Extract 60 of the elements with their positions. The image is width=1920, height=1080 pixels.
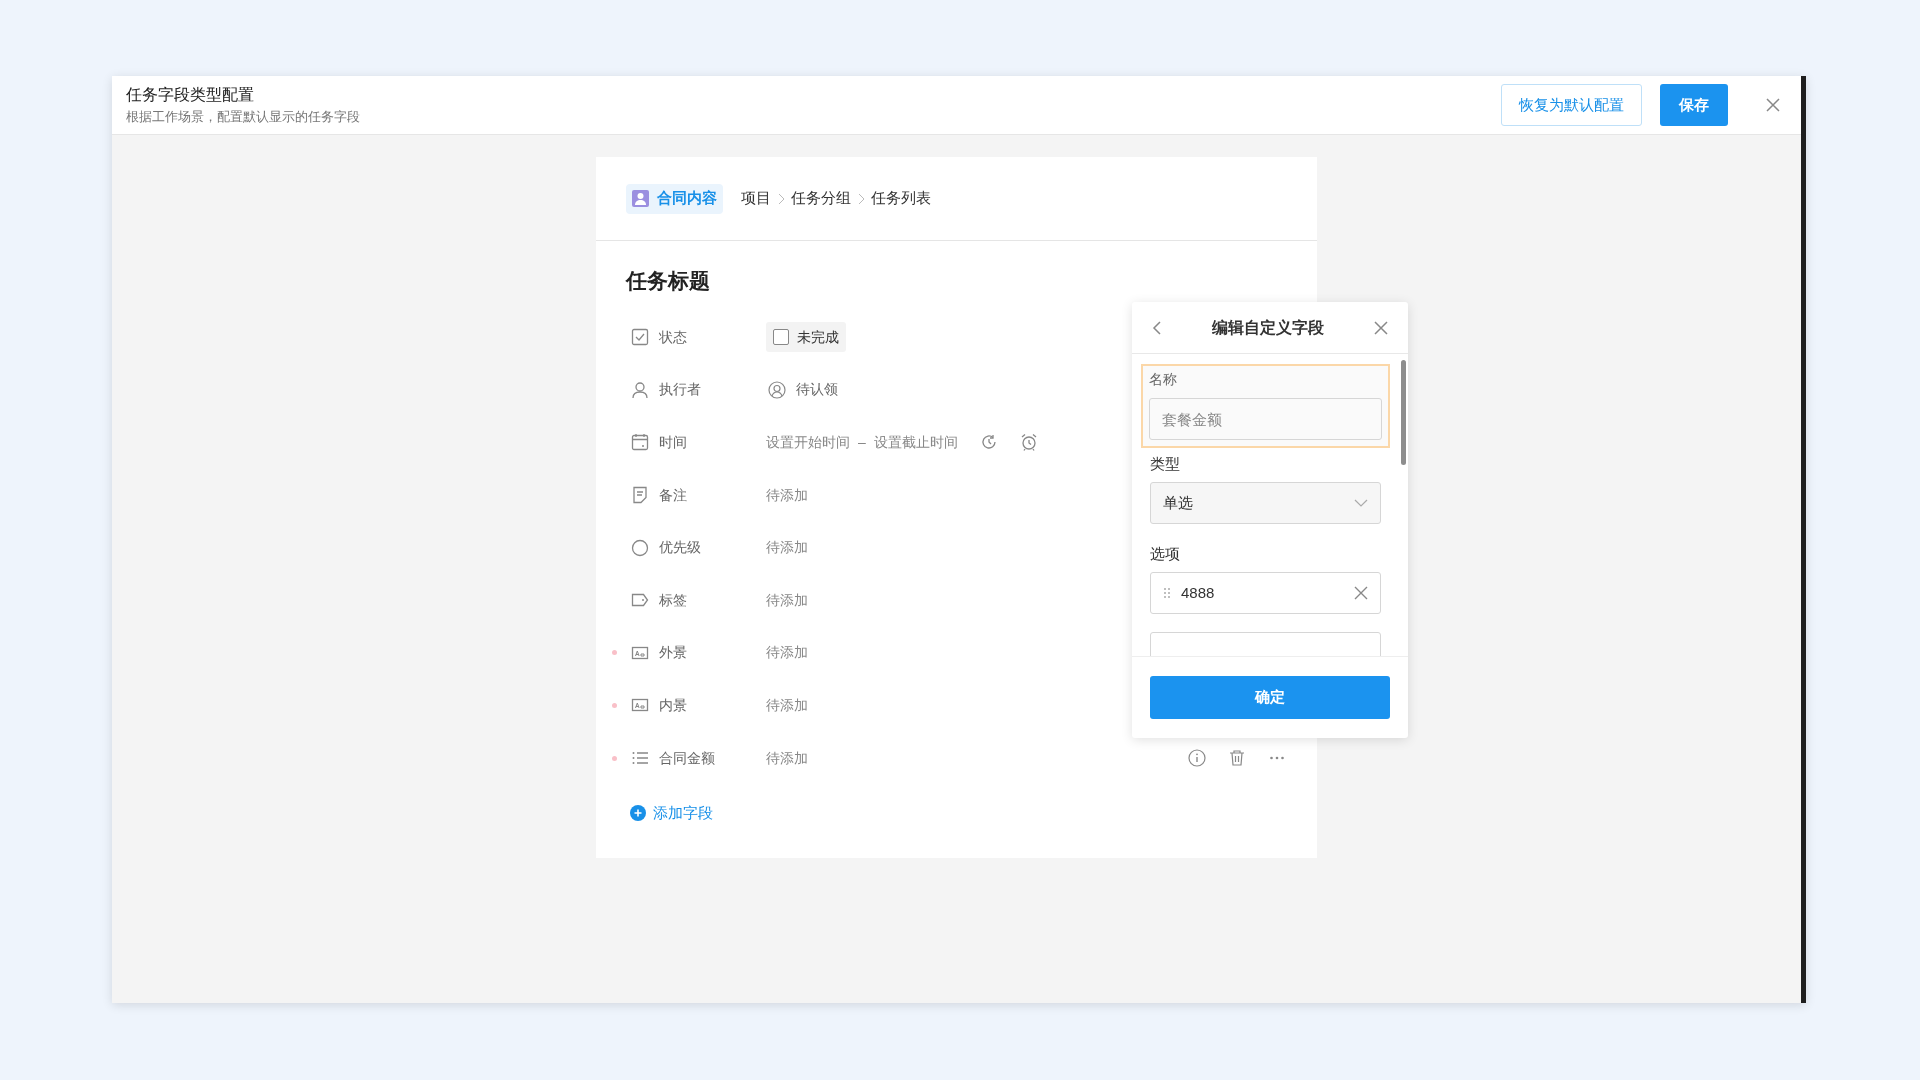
option-input[interactable]: 4888 <box>1150 572 1381 614</box>
field-value[interactable]: 待添加 <box>766 589 808 611</box>
end-time-field[interactable]: 设置截止时间 <box>873 432 958 453</box>
breadcrumb-item[interactable]: 任务列表 <box>871 187 931 210</box>
popup-title: 编辑自定义字段 <box>1212 317 1324 338</box>
field-label: 备注 <box>659 485 688 505</box>
user-circle-icon <box>768 380 786 399</box>
window-subtitle: 根据工作场景，配置默认显示的任务字段 <box>126 109 360 125</box>
task-title: 任务标题 <box>626 268 711 294</box>
checkbox[interactable] <box>773 329 789 346</box>
person-icon <box>631 380 649 399</box>
name-input[interactable]: 套餐金额 <box>1149 398 1382 440</box>
window-title: 任务字段类型配置 <box>126 85 255 105</box>
status-chip[interactable]: 未完成 <box>766 322 846 353</box>
breadcrumb-item[interactable]: 任务分组 <box>791 187 851 210</box>
drag-handle-icon[interactable] <box>1163 587 1171 599</box>
repeat-icon[interactable] <box>979 433 998 452</box>
field-value[interactable]: 待添加 <box>766 747 808 769</box>
field-value[interactable]: 待添加 <box>766 694 808 716</box>
trash-icon[interactable] <box>1228 749 1246 768</box>
field-label: 名称 <box>1149 370 1178 388</box>
field-label: 外景 <box>659 643 688 663</box>
close-icon[interactable] <box>1374 320 1388 335</box>
field-label: 合同金额 <box>659 748 716 768</box>
field-label: 时间 <box>659 433 688 452</box>
calendar-icon <box>631 433 649 452</box>
field-label: 内景 <box>659 695 688 715</box>
restore-default-button[interactable]: 恢复为默认配置 <box>1501 84 1642 126</box>
checkbox-icon <box>631 328 649 347</box>
start-time-field[interactable]: 设置开始时间 <box>766 432 850 453</box>
field-value[interactable]: 待添加 <box>766 642 808 664</box>
circle-icon <box>631 538 649 557</box>
type-select[interactable]: 单选 <box>1150 482 1381 524</box>
back-icon[interactable] <box>1152 319 1162 336</box>
range-separator: – <box>858 433 866 452</box>
plus-circle-icon <box>630 805 646 822</box>
save-button[interactable]: 保存 <box>1660 84 1728 126</box>
chevron-down-icon <box>1354 499 1368 507</box>
field-label: 类型 <box>1150 454 1181 474</box>
field-value[interactable]: 待添加 <box>766 537 808 559</box>
breadcrumb-item[interactable]: 项目 <box>741 187 771 210</box>
field-label: 优先级 <box>659 538 702 558</box>
alarm-clock-icon[interactable] <box>1019 433 1038 452</box>
note-icon <box>631 486 649 505</box>
field-label: 状态 <box>659 327 688 347</box>
field-value[interactable]: 待认领 <box>796 379 838 401</box>
close-icon[interactable] <box>1765 97 1781 113</box>
chevron-right-icon <box>777 192 785 205</box>
field-value[interactable]: 待添加 <box>766 484 808 506</box>
confirm-button[interactable]: 确定 <box>1150 676 1390 719</box>
field-label: 标签 <box>659 590 688 610</box>
chevron-right-icon <box>857 192 865 205</box>
project-badge[interactable]: 合同内容 <box>626 183 723 214</box>
clear-icon[interactable] <box>1354 586 1368 600</box>
field-label: 执行者 <box>659 380 702 400</box>
info-icon[interactable] <box>1188 749 1206 768</box>
field-label: 选项 <box>1150 544 1181 564</box>
scrollbar-thumb[interactable] <box>1401 360 1406 465</box>
person-icon <box>632 190 649 207</box>
add-field-link[interactable]: 添加字段 <box>630 798 713 829</box>
